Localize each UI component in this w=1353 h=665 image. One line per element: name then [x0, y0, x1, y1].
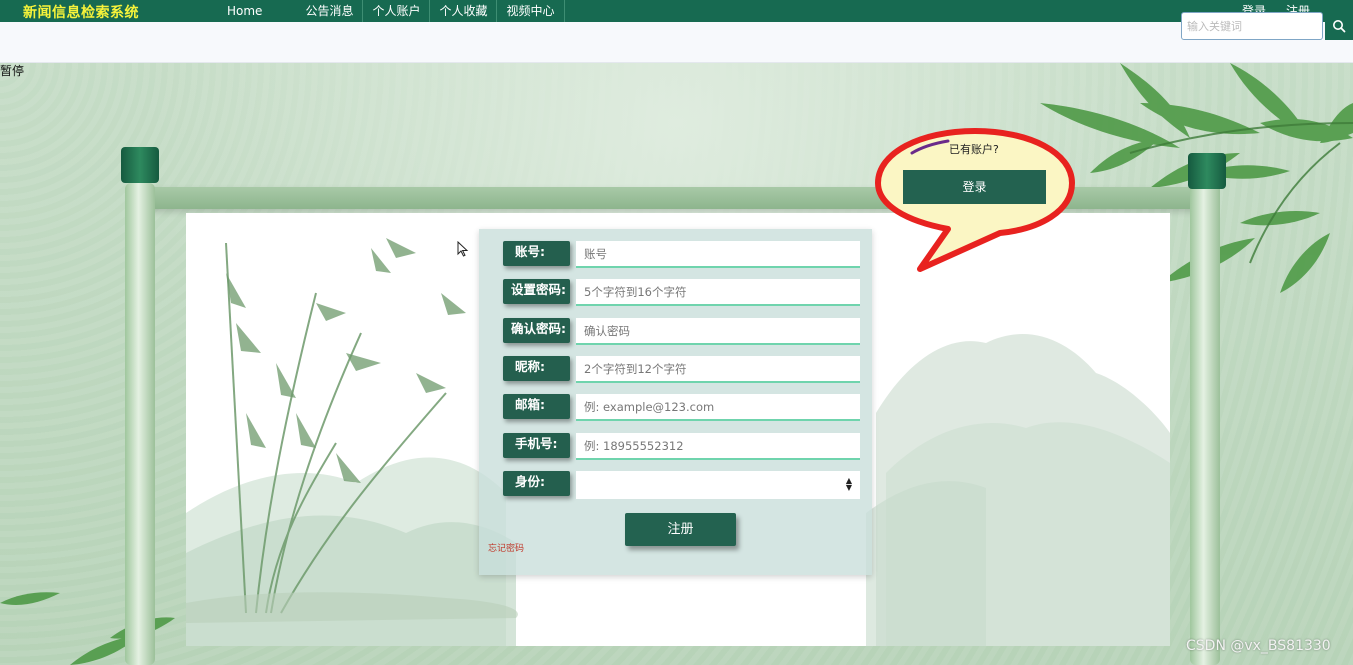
nav-item-announcements[interactable]: 公告消息 — [296, 0, 364, 22]
account-input[interactable] — [576, 241, 860, 268]
account-row: 账号: — [479, 241, 872, 269]
search-icon — [1333, 20, 1346, 33]
identity-select[interactable]: ▲ ▼ — [576, 471, 860, 499]
phone-row: 手机号: — [479, 433, 872, 461]
confirm-password-row: 确认密码: — [479, 318, 872, 346]
nav-item-favorites[interactable]: 个人收藏 — [430, 0, 498, 22]
account-label: 账号: — [503, 241, 570, 266]
email-label: 邮箱: — [503, 394, 570, 419]
nickname-input[interactable] — [576, 356, 860, 383]
nav-item-video-center[interactable]: 视频中心 — [497, 0, 565, 22]
password-row: 设置密码: — [479, 279, 872, 307]
top-navbar: 新闻信息检索系统 Home 公告消息 个人账户 个人收藏 视频中心 登录 注册 — [0, 0, 1353, 22]
search-bar — [0, 22, 1353, 63]
nav-item-home[interactable]: Home — [218, 0, 296, 22]
phone-input[interactable] — [576, 433, 860, 460]
confirm-password-label: 确认密码: — [503, 318, 570, 343]
register-submit-button[interactable]: 注册 — [625, 513, 736, 546]
video-pause-overlay: 暂停 — [0, 64, 25, 78]
scroll-left-rod — [125, 183, 155, 665]
forgot-password-link[interactable]: 忘记密码 — [488, 541, 524, 554]
scroll-right-rod — [1190, 163, 1220, 665]
csdn-watermark: CSDN @vx_BS81330 — [1186, 638, 1331, 654]
nav-item-account[interactable]: 个人账户 — [363, 0, 431, 22]
scroll-right-cap — [1188, 153, 1226, 189]
password-label: 设置密码: — [503, 279, 570, 304]
phone-label: 手机号: — [503, 433, 570, 458]
password-input[interactable] — [576, 279, 860, 306]
mouse-cursor-icon — [457, 241, 469, 257]
nickname-row: 昵称: — [479, 356, 872, 384]
identity-label: 身份: — [503, 471, 570, 496]
search-button[interactable] — [1325, 12, 1353, 40]
email-row: 邮箱: — [479, 394, 872, 422]
nav-menu: Home 公告消息 个人账户 个人收藏 视频中心 — [218, 0, 565, 22]
have-account-text: 已有账户? — [949, 143, 999, 156]
search-input[interactable] — [1181, 12, 1323, 40]
scroll-left-cap — [121, 147, 159, 183]
site-brand[interactable]: 新闻信息检索系统 — [23, 2, 139, 22]
callout-login-button[interactable]: 登录 — [903, 170, 1046, 204]
email-input[interactable] — [576, 394, 860, 421]
identity-row: 身份: ▲ ▼ — [479, 471, 872, 499]
register-form: 账号: 设置密码: 确认密码: 昵称: 邮箱: 手机号: 身份: ▲▼ 注册 忘… — [479, 229, 872, 575]
nickname-label: 昵称: — [503, 356, 570, 381]
select-arrows-icon: ▲ ▼ — [845, 476, 852, 492]
confirm-password-input[interactable] — [576, 318, 860, 345]
